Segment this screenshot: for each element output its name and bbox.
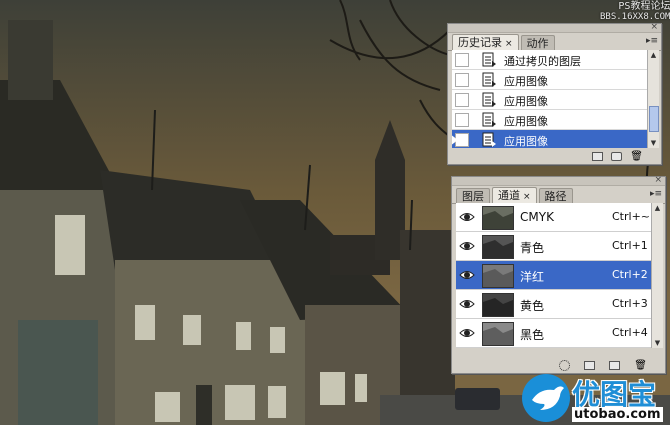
eye-icon[interactable] xyxy=(459,296,475,312)
watermark-line1: PS教程论坛 xyxy=(618,1,670,12)
history-state-icon xyxy=(482,92,496,107)
tab-close-icon[interactable]: × xyxy=(505,39,513,49)
channels-list: CMYK Ctrl+~ 青色 Ctrl+1 洋红 Ctrl+2 黄色 Ctrl+… xyxy=(456,203,651,348)
tab-layers-label: 图层 xyxy=(462,190,484,203)
panel-menu-icon[interactable]: ▸≡ xyxy=(650,189,662,199)
channel-shortcut: Ctrl+4 xyxy=(612,326,648,339)
scroll-down-icon[interactable]: ▼ xyxy=(652,338,663,348)
channel-shortcut: Ctrl+3 xyxy=(612,297,648,310)
scroll-thumb[interactable] xyxy=(649,105,659,132)
channel-thumbnail xyxy=(482,206,514,230)
tab-channels[interactable]: 通道 × xyxy=(492,187,537,203)
channel-shortcut: Ctrl+~ xyxy=(612,210,651,223)
history-state-icon xyxy=(482,52,496,67)
scroll-up-icon[interactable]: ▲ xyxy=(652,203,663,213)
new-channel-icon[interactable] xyxy=(609,360,621,370)
panel-menu-icon[interactable]: ▸≡ xyxy=(646,36,658,46)
channel-name: 青色 xyxy=(520,241,545,255)
watermark-line2: BBS.16XX8.COM xyxy=(600,12,670,22)
channel-row-cmyk[interactable]: CMYK Ctrl+~ xyxy=(456,203,651,232)
history-item-label: 通过拷贝的图层 xyxy=(504,55,581,68)
channel-thumbnail xyxy=(482,235,514,259)
tab-channels-label: 通道 xyxy=(498,189,520,202)
new-document-from-state-icon[interactable] xyxy=(592,151,604,161)
history-state-slider-icon[interactable] xyxy=(452,134,458,146)
channels-tabs: 图层 通道 × 路径 ▸≡ xyxy=(452,186,665,204)
history-item-selected[interactable]: 应用图像 xyxy=(452,130,647,148)
channel-row-magenta[interactable]: 洋红 Ctrl+2 xyxy=(456,261,651,290)
channels-panel-titlebar[interactable]: × xyxy=(452,175,665,186)
history-state-icon xyxy=(482,132,496,147)
load-channel-as-selection-icon[interactable] xyxy=(559,359,571,371)
tab-paths[interactable]: 路径 xyxy=(538,188,573,203)
logo-text-url: utobao.com xyxy=(572,407,663,422)
panel-close-icon[interactable]: × xyxy=(654,175,662,185)
history-state-icon xyxy=(482,112,496,127)
eye-icon[interactable] xyxy=(459,238,475,254)
utobao-logo: 优图宝 utobao.com xyxy=(520,370,670,425)
history-tabs: 历史记录 × 动作 ▸≡ xyxy=(448,33,661,51)
tab-actions-label: 动作 xyxy=(526,37,549,50)
channel-thumbnail xyxy=(482,264,514,288)
tab-paths-label: 路径 xyxy=(544,190,567,203)
channel-name: 洋红 xyxy=(520,270,545,284)
history-state-icon xyxy=(482,72,496,87)
history-item-label: 应用图像 xyxy=(504,75,548,88)
history-panel: × 历史记录 × 动作 ▸≡ 通过拷贝的图层 应用图像 应用图像 应用图像 应用… xyxy=(447,22,662,165)
trash-icon[interactable]: 🗑 xyxy=(630,151,643,162)
eye-icon[interactable] xyxy=(459,325,475,341)
tab-history-label: 历史记录 xyxy=(458,36,502,49)
history-item-label: 应用图像 xyxy=(504,135,548,148)
scroll-down-icon[interactable]: ▼ xyxy=(648,138,659,148)
tab-close-icon[interactable]: × xyxy=(523,192,531,202)
history-snapshot-box[interactable] xyxy=(455,93,469,107)
history-panel-titlebar[interactable]: × xyxy=(448,22,661,33)
tab-history[interactable]: 历史记录 × xyxy=(452,34,519,50)
channel-thumbnail xyxy=(482,322,514,346)
channel-row-cyan[interactable]: 青色 Ctrl+1 xyxy=(456,232,651,261)
history-snapshot-box[interactable] xyxy=(455,53,469,67)
channel-shortcut: Ctrl+1 xyxy=(612,239,648,252)
channel-row-black[interactable]: 黑色 Ctrl+4 xyxy=(456,319,651,348)
panel-close-icon[interactable]: × xyxy=(650,22,658,32)
history-item[interactable]: 应用图像 xyxy=(452,90,647,110)
channels-scrollbar[interactable]: ▲ ▼ xyxy=(651,203,663,348)
channel-name: 黑色 xyxy=(520,328,545,342)
history-item[interactable]: 应用图像 xyxy=(452,70,647,90)
bird-logo-icon xyxy=(522,374,570,422)
history-scrollbar[interactable]: ▲ ▼ xyxy=(647,50,659,148)
history-bottom-toolbar: 🗑 xyxy=(448,148,661,164)
channel-thumbnail xyxy=(482,293,514,317)
save-selection-as-channel-icon[interactable] xyxy=(584,360,596,370)
channel-name: CMYK xyxy=(520,210,554,224)
history-list: 通过拷贝的图层 应用图像 应用图像 应用图像 应用图像 xyxy=(452,50,647,148)
trash-icon[interactable]: 🗑 xyxy=(634,360,647,371)
channel-name: 黄色 xyxy=(520,299,545,313)
history-item-label: 应用图像 xyxy=(504,115,548,128)
scroll-up-icon[interactable]: ▲ xyxy=(648,50,659,60)
tab-layers[interactable]: 图层 xyxy=(456,188,490,203)
history-snapshot-box[interactable] xyxy=(455,113,469,127)
eye-icon[interactable] xyxy=(459,267,475,283)
channels-panel: × 图层 通道× 路径 ▸≡ CMYK Ctrl+~ 青色 Ctrl+1 洋红 xyxy=(451,175,666,374)
channel-row-yellow[interactable]: 黄色 Ctrl+3 xyxy=(456,290,651,319)
history-item-label: 应用图像 xyxy=(504,95,548,108)
history-item[interactable]: 通过拷贝的图层 xyxy=(452,50,647,70)
eye-icon[interactable] xyxy=(459,209,475,225)
tab-actions[interactable]: 动作 xyxy=(520,35,555,50)
create-snapshot-icon[interactable] xyxy=(611,151,623,161)
watermark-top: PS教程论坛 BBS.16XX8.COM xyxy=(600,1,670,23)
channel-shortcut: Ctrl+2 xyxy=(612,268,648,281)
history-snapshot-box[interactable] xyxy=(455,73,469,87)
history-item[interactable]: 应用图像 xyxy=(452,110,647,130)
